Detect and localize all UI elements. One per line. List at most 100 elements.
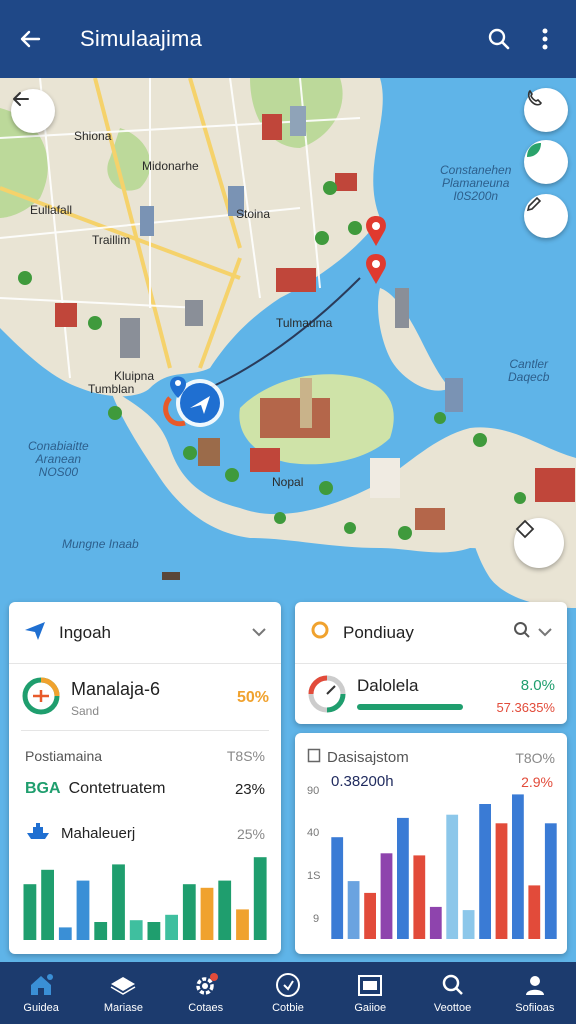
section-label: Dasisajstom [327,749,409,766]
chevron-down-icon[interactable] [251,624,267,642]
nav-item-map[interactable]: Mariase [82,962,164,1024]
map-label-stoina: Stoina [236,207,271,221]
item-sub: Sand [71,703,100,718]
bar-chart-left [23,857,267,940]
list-item[interactable]: Mahaleuerj 25% [25,822,265,845]
section-label: Postiamaina [25,748,103,764]
chart-bar [364,892,376,939]
card-header[interactable]: Pondiuay [295,602,567,664]
chart-bar [182,884,196,940]
app-bar: Simulaajima [0,0,576,78]
chart-bar [236,909,249,940]
section-value: T8O% [515,749,555,766]
list-item[interactable]: Manalaja-6 Sand 50% [21,676,269,720]
nav-item-calendar[interactable]: Gaiioe [329,962,411,1024]
ship-icon [25,822,51,845]
nav-item-search[interactable]: Veottoe [411,962,493,1024]
chart-bar [129,920,143,940]
item-name: Mahaleuerj [61,825,136,842]
chart-bar [512,794,524,939]
bottom-navigation: Guidea Mariase Cotaes Cotbie Gaiioe Veot… [0,962,576,1024]
search-icon [439,972,467,998]
map-label-shiona: Shiona [74,129,112,143]
chart-bar [347,881,360,939]
y-tick: 40 [307,827,320,839]
item-code: BGA [25,780,61,797]
map-action-button-2[interactable] [524,140,568,184]
chart-bar [380,853,393,939]
chart-bar [462,910,475,939]
map-label-nopal: Nopal [272,475,304,489]
y-tick: 90 [307,785,320,797]
map-action-button-3[interactable] [524,194,568,238]
navigation-arrow-icon [23,618,47,647]
item-value: 25% [236,825,265,842]
chart-bar [94,922,108,940]
clipboard-icon [307,747,321,768]
list-item[interactable]: BGA Contetruatem 23% [25,780,265,798]
nav-label: Sofiioas [515,1002,555,1014]
chart-bar [147,922,161,940]
chart-bar [413,855,426,939]
chart-bar [165,914,178,940]
map-label-traillim: Traillim [92,233,131,247]
nav-label: Guidea [23,1002,59,1014]
nav-item-profile[interactable]: Sofiioas [494,962,576,1024]
stats-card-left: Ingoah Manalaja-6 Sand 50% Postiamaina T… [9,602,281,954]
layers-button[interactable] [514,518,564,568]
card-title: Pondiuay [343,622,414,642]
y-tick: 1S [307,870,321,882]
search-icon[interactable] [484,24,514,54]
map-label-conabiaitte: Conabiaitte Aranean NOS00 [28,439,89,479]
item-name: Dalolela [357,676,419,695]
map-action-button-1[interactable] [524,88,568,132]
item-value: 8.0% [520,677,555,694]
card-title: Ingoah [59,622,111,642]
y-tick: 9 [313,913,320,925]
nav-label: Gaiioe [354,1002,387,1014]
profile-icon [521,972,549,998]
list-item[interactable]: Dalolela 8.0% 57.3635% [307,674,555,718]
chart-bar [58,927,72,940]
item-name: Manalaja-6 [71,678,161,699]
back-arrow-icon[interactable] [16,25,44,53]
chart-bar [479,804,491,939]
nav-item-home[interactable]: Guidea [0,962,82,1024]
chart-bar [544,823,557,939]
progress-bar [357,704,463,710]
chart-bar [331,837,344,939]
map-label-tulmauma: Tulmauma [276,316,333,330]
section-value: T8S% [226,748,265,764]
chevron-down-icon[interactable] [537,624,553,642]
map-back-button[interactable] [11,89,55,133]
more-vert-icon[interactable] [530,24,560,54]
map-label-eullafall: Eullafall [30,203,73,217]
donut-icon [21,676,61,721]
chart-bar [495,823,508,939]
item-value-secondary: 57.3635% [496,700,555,715]
chart-bar [112,864,125,940]
nav-label: Cotbie [272,1002,304,1014]
chart-bar [200,887,214,940]
stats-card-right-top: Pondiuay Dalolela 8.0% 57.3635% [295,602,567,724]
calendar-icon [356,972,384,998]
section-row: Postiamaina T8S% [25,748,265,764]
nav-label: Mariase [103,1002,143,1014]
chart-bar [446,814,459,939]
map-view[interactable]: Shiona Midonarhe Stoina Eullafall Traill… [0,78,576,678]
chart-bar [41,869,54,940]
map-label-cantler: Cantler Daqecb [508,357,550,384]
nav-item-settings[interactable]: Cotaes [165,962,247,1024]
chart-bar [218,880,232,940]
divider [21,730,269,731]
chart-bar [253,857,267,940]
nav-label: Veottoe [433,1002,472,1014]
chart-bar [528,885,541,939]
card-header[interactable]: Ingoah [9,602,281,664]
nav-item-compass[interactable]: Cotbie [247,962,329,1024]
map-label-constanehen: Constanehen Plamaneuna I0S200n [440,163,512,203]
search-icon[interactable] [513,621,531,644]
item-value: 50% [236,689,269,706]
map-icon [109,972,137,998]
stats-card-right-bottom: Dasisajstom T8O% 0.38200h 2.9% 90 40 1S … [295,733,567,954]
